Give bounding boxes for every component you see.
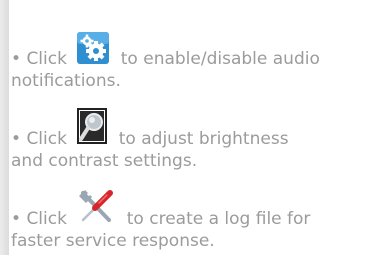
tools-screwdriver-wrench-icon bbox=[77, 188, 115, 230]
help-item-log-file: • Click to create a log file for faster … bbox=[11, 188, 310, 252]
click-word: Click bbox=[26, 129, 67, 149]
magnifier-icon bbox=[77, 108, 108, 150]
help-item-brightness-contrast: • Click to adjust brightness and contras… bbox=[11, 108, 289, 172]
help-item-line-1: • Click to enable/disable audio bbox=[11, 30, 320, 70]
help-item-text-line-2: and contrast settings. bbox=[11, 151, 198, 171]
settings-gears-icon bbox=[77, 30, 110, 70]
click-word: Click bbox=[26, 209, 67, 229]
help-item-text-line-1: to create a log file for bbox=[126, 209, 311, 229]
help-item-text-line-2: notifications. bbox=[11, 71, 121, 91]
bullet: • bbox=[11, 129, 22, 149]
bullet: • bbox=[11, 209, 22, 229]
help-item-line-1: • Click to create a log file for bbox=[11, 188, 310, 230]
help-item-line-1: • Click to adjust brightness bbox=[11, 108, 289, 150]
left-side-bar bbox=[0, 0, 9, 255]
help-item-audio-notifications: • Click to enable/disable audio notifica… bbox=[11, 30, 320, 92]
help-item-text-line-2: faster service response. bbox=[11, 231, 215, 251]
help-item-text-line-1: to adjust brightness bbox=[118, 129, 289, 149]
bullet: • bbox=[11, 49, 22, 69]
click-word: Click bbox=[26, 49, 67, 69]
help-item-text-line-1: to enable/disable audio bbox=[120, 49, 320, 69]
